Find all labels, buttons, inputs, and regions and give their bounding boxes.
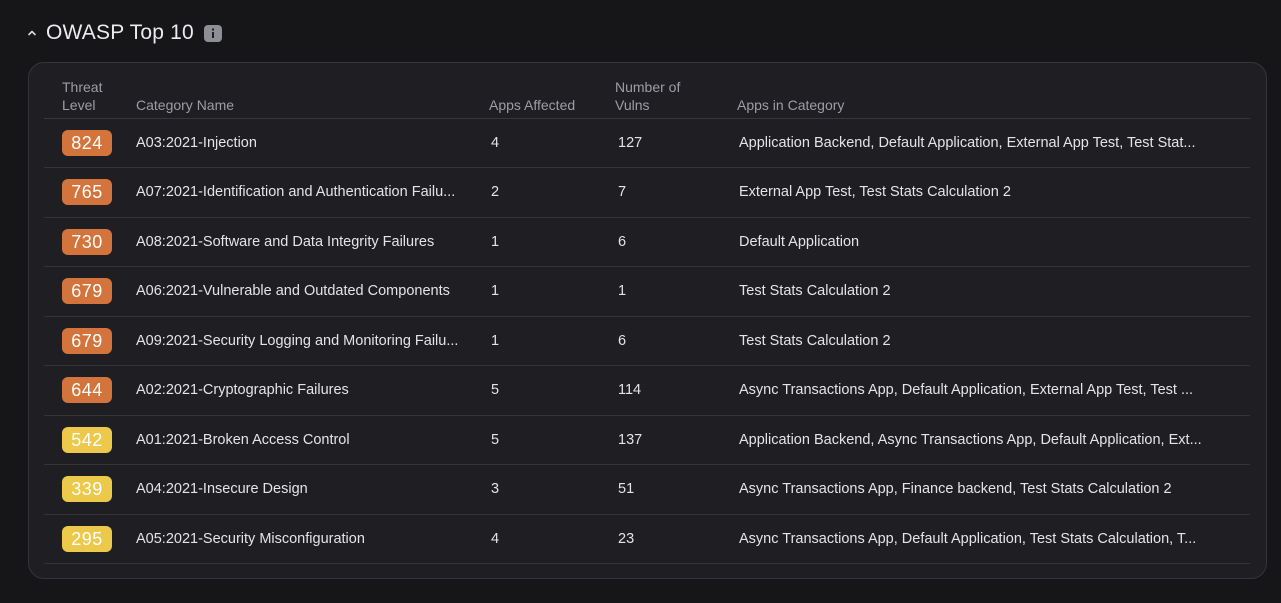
header-category-name-label: Category Name xyxy=(136,96,235,113)
threat-level-badge: 644 xyxy=(62,377,112,404)
threat-level-cell: 765 xyxy=(44,167,136,218)
apps-affected-cell: 4 xyxy=(489,118,615,168)
table-row[interactable]: 542 A01:2021-Broken Access Control 5 137 App… xyxy=(44,415,1250,465)
apps-affected-cell: 2 xyxy=(489,167,615,218)
apps-affected-cell: 1 xyxy=(489,217,615,267)
threat-level-badge: 824 xyxy=(62,129,112,156)
apps-in-category-cell: Async Transactions App, Finance backend,… xyxy=(735,464,1250,515)
threat-level-cell: 679 xyxy=(44,266,136,317)
threat-level-badge: 730 xyxy=(62,228,112,255)
category-name-cell: A06:2021-Vulnerable and Outdated Compone… xyxy=(136,266,489,317)
apps-affected-cell: 1 xyxy=(489,266,615,317)
apps-in-category-cell: Application Backend, Async Transactions … xyxy=(735,415,1250,465)
header-apps-affected[interactable]: Apps Affected xyxy=(489,63,615,119)
table-row[interactable]: 295 A05:2021-Security Misconfiguration 4 23… xyxy=(44,514,1250,564)
apps-in-category-cell: Test Stats Calculation 2 xyxy=(735,316,1250,366)
header-threat-level[interactable]: Threat Level xyxy=(44,63,136,119)
number-of-vulns-cell: 137 xyxy=(615,415,735,465)
category-name-cell: A01:2021-Broken Access Control xyxy=(136,415,489,465)
category-name-cell: A05:2021-Security Misconfiguration xyxy=(136,514,489,564)
chevron-up-icon[interactable] xyxy=(26,27,38,39)
number-of-vulns-cell: 23 xyxy=(615,514,735,564)
header-apps-in-category[interactable]: Apps in Category xyxy=(735,63,1250,119)
category-name-cell: A04:2021-Insecure Design xyxy=(136,464,489,515)
table-row[interactable]: 730 A08:2021-Software and Data Integrity … xyxy=(44,217,1250,267)
number-of-vulns-cell: 51 xyxy=(615,464,735,515)
header-apps-affected-label: Apps Affected xyxy=(489,96,576,113)
table-row[interactable]: 339 A04:2021-Insecure Design 3 51 Async Tran… xyxy=(44,464,1250,515)
threat-level-badge: 765 xyxy=(62,179,112,206)
table-row[interactable]: 679 A09:2021-Security Logging and Monitor… xyxy=(44,316,1250,366)
threat-level-badge: 679 xyxy=(62,327,112,354)
table-header-row: Threat Level Category Name Apps Affected… xyxy=(44,63,1250,119)
threat-level-badge: 295 xyxy=(62,525,112,552)
section-title: OWASP Top 10 xyxy=(46,21,194,44)
apps-in-category-cell: Default Application xyxy=(735,217,1250,267)
category-name-cell: A08:2021-Software and Data Integrity Fai… xyxy=(136,217,489,267)
threat-level-cell: 644 xyxy=(44,365,136,416)
number-of-vulns-cell: 114 xyxy=(615,365,735,416)
number-of-vulns-cell: 6 xyxy=(615,316,735,366)
category-name-cell: A07:2021-Identification and Authenticati… xyxy=(136,167,489,218)
threat-level-badge: 679 xyxy=(62,278,112,305)
threat-level-badge: 339 xyxy=(62,476,112,503)
category-name-cell: A03:2021-Injection xyxy=(136,118,489,168)
threat-level-cell: 824 xyxy=(44,118,136,168)
apps-in-category-cell: Test Stats Calculation 2 xyxy=(735,266,1250,317)
apps-in-category-cell: Application Backend, Default Application… xyxy=(735,118,1250,168)
number-of-vulns-cell: 6 xyxy=(615,217,735,267)
apps-in-category-cell: External App Test, Test Stats Calculatio… xyxy=(735,167,1250,218)
info-icon[interactable] xyxy=(203,24,222,42)
owasp-table-card: Threat Level Category Name Apps Affected… xyxy=(28,62,1267,579)
header-category-name[interactable]: Category Name xyxy=(136,63,489,119)
number-of-vulns-cell: 7 xyxy=(615,167,735,218)
apps-in-category-cell: Async Transactions App, Default Applicat… xyxy=(735,365,1250,416)
category-name-cell: A02:2021-Cryptographic Failures xyxy=(136,365,489,416)
number-of-vulns-cell: 1 xyxy=(615,266,735,317)
table-row[interactable]: 765 A07:2021-Identification and Authentic… xyxy=(44,167,1250,218)
apps-affected-cell: 1 xyxy=(489,316,615,366)
threat-level-cell: 679 xyxy=(44,316,136,366)
table-row[interactable]: 824 A03:2021-Injection 4 127 Application Bac… xyxy=(44,118,1250,168)
owasp-table: Threat Level Category Name Apps Affected… xyxy=(44,63,1250,564)
number-of-vulns-cell: 127 xyxy=(615,118,735,168)
table-row[interactable]: 679 A06:2021-Vulnerable and Outdated Comp… xyxy=(44,266,1250,317)
threat-level-badge: 542 xyxy=(62,426,112,453)
threat-level-cell: 295 xyxy=(44,514,136,564)
header-apps-in-category-label: Apps in Category xyxy=(737,96,845,113)
category-name-cell: A09:2021-Security Logging and Monitoring… xyxy=(136,316,489,366)
threat-level-cell: 339 xyxy=(44,464,136,515)
owasp-section-header[interactable]: OWASP Top 10 xyxy=(26,18,222,48)
table-row[interactable]: 644 A02:2021-Cryptographic Failures 5 114 As… xyxy=(44,365,1250,416)
apps-affected-cell: 3 xyxy=(489,464,615,515)
apps-in-category-cell: Async Transactions App, Default Applicat… xyxy=(735,514,1250,564)
header-threat-level-label: Threat Level xyxy=(62,78,103,113)
threat-level-cell: 730 xyxy=(44,217,136,267)
header-number-of-vulns-label: Number of Vulns xyxy=(615,78,681,113)
threat-level-cell: 542 xyxy=(44,415,136,465)
apps-affected-cell: 5 xyxy=(489,365,615,416)
header-number-of-vulns[interactable]: Number of Vulns xyxy=(615,63,735,119)
apps-affected-cell: 4 xyxy=(489,514,615,564)
apps-affected-cell: 5 xyxy=(489,415,615,465)
